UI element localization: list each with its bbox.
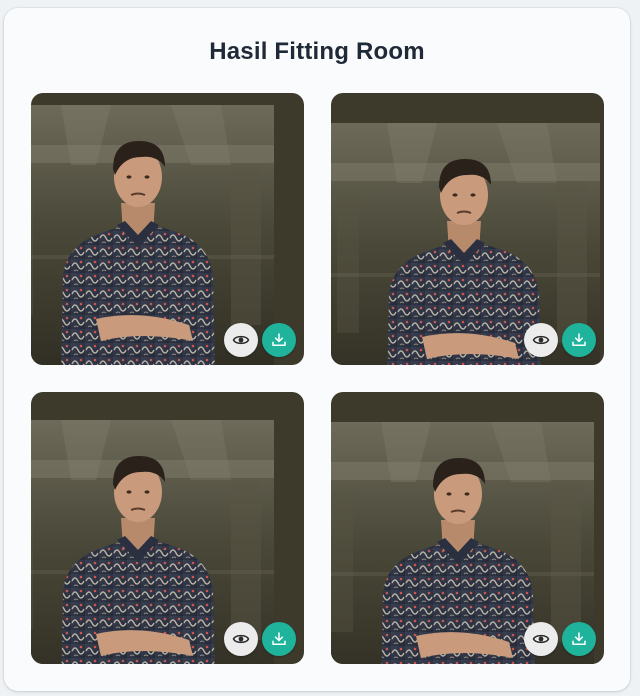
result-photo [31,420,274,664]
view-button[interactable] [224,622,258,656]
eye-icon [232,335,250,345]
view-button[interactable] [524,323,558,357]
download-icon [572,632,586,645]
result-image-tile-2[interactable] [331,93,604,365]
eye-icon [532,634,550,644]
view-button[interactable] [524,622,558,656]
download-icon [272,632,286,645]
result-photo [331,123,600,365]
page-title: Hasil Fitting Room [209,38,425,65]
download-button[interactable] [262,622,296,656]
download-button[interactable] [262,323,296,357]
eye-icon [532,335,550,345]
result-image-tile-1[interactable] [31,93,304,365]
download-button[interactable] [562,622,596,656]
result-photo [31,105,274,365]
result-image-tile-4[interactable] [331,392,604,664]
download-icon [572,333,586,346]
fitting-room-card: Hasil Fitting Room [4,8,630,691]
download-icon [272,333,286,346]
result-photo [331,422,594,664]
download-button[interactable] [562,323,596,357]
eye-icon [232,634,250,644]
view-button[interactable] [224,323,258,357]
result-image-tile-3[interactable] [31,392,304,664]
